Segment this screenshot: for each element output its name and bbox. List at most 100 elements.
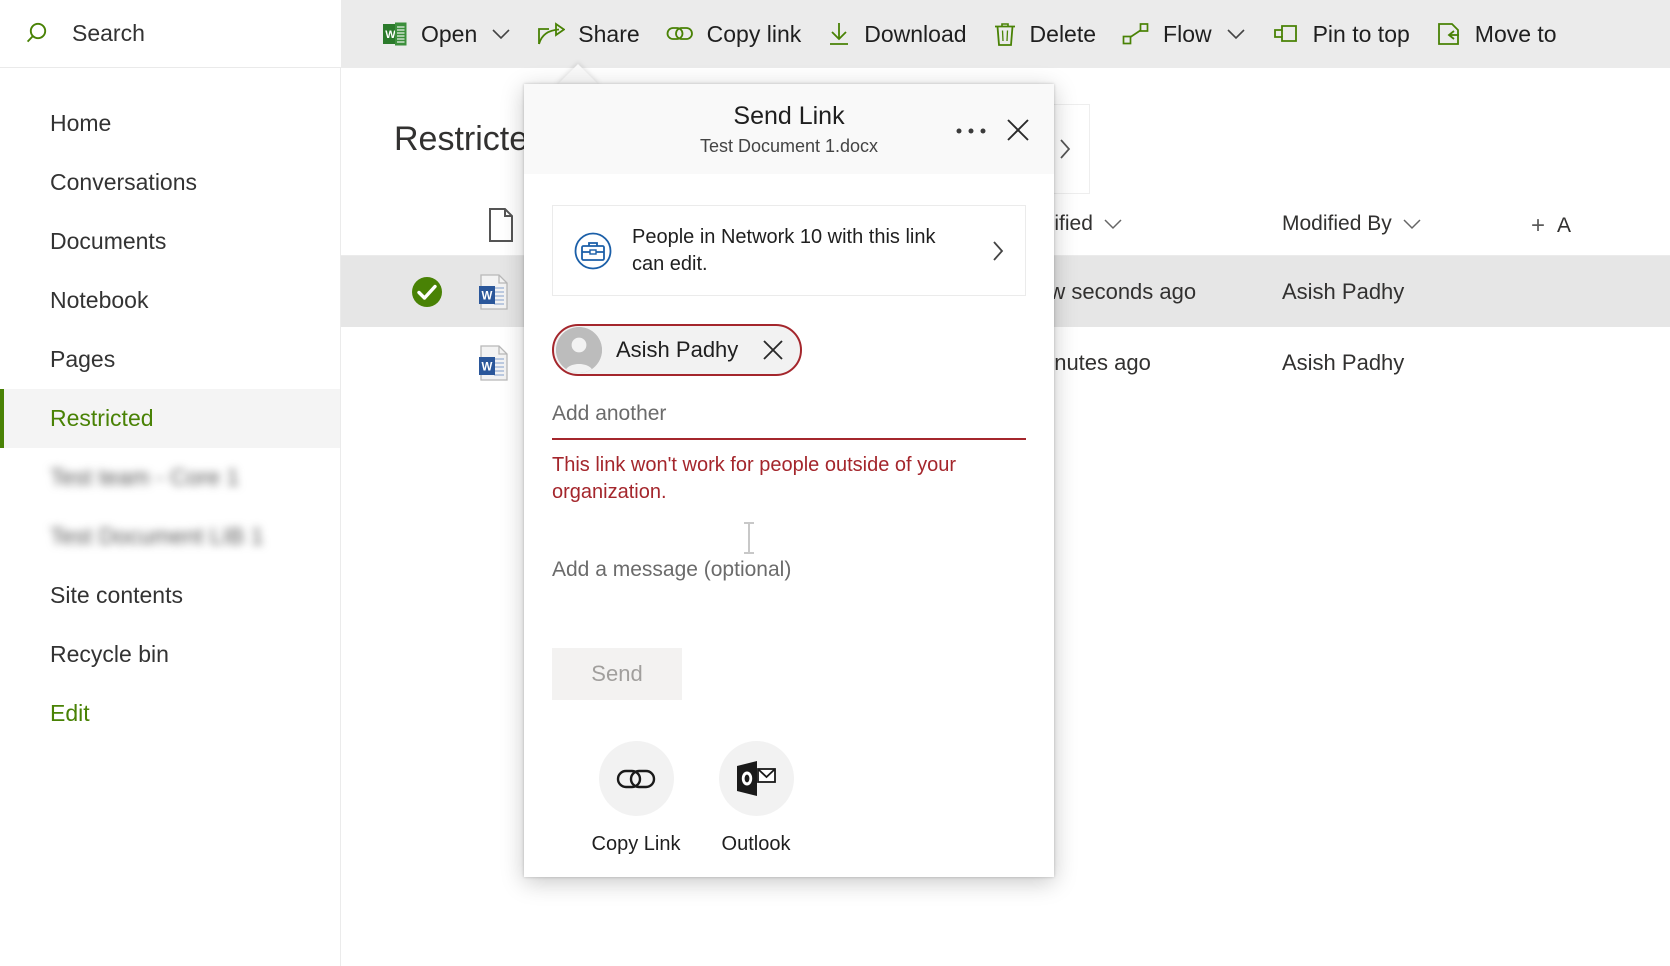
recipient-list: Asish Padhy: [552, 324, 1026, 378]
cell-modified: few seconds ago: [1031, 279, 1196, 305]
chevron-right-icon: [1055, 135, 1075, 163]
sidebar-item-conversations[interactable]: Conversations: [0, 153, 340, 212]
sidebar-item-label: Notebook: [50, 287, 148, 314]
share-button[interactable]: Share: [524, 0, 652, 68]
sidebar-item-documents[interactable]: Documents: [0, 212, 340, 271]
flow-label: Flow: [1163, 21, 1212, 48]
dialog-title: Send Link: [733, 102, 844, 131]
link-icon: [599, 741, 674, 816]
sidebar-item-label: Conversations: [50, 169, 197, 196]
dialog-header: Send Link Test Document 1.docx: [524, 84, 1054, 174]
move-to-button[interactable]: Move to: [1423, 0, 1570, 68]
document-icon: [486, 207, 516, 243]
download-label: Download: [864, 21, 966, 48]
column-header-modified-by[interactable]: Modified By: [1282, 212, 1421, 236]
sharepoint-library-page: Search W Open: [0, 0, 1670, 966]
sidebar-item-test-document-lib[interactable]: Test Document LIB 1: [0, 507, 340, 566]
add-column-label: A: [1557, 214, 1571, 238]
download-icon: [827, 21, 851, 47]
sidebar-item-notebook[interactable]: Notebook: [0, 271, 340, 330]
more-options-button[interactable]: [952, 112, 990, 150]
sidebar-item-label: Edit: [50, 700, 90, 727]
trash-icon: [993, 21, 1017, 47]
briefcase-icon: [570, 228, 616, 274]
open-button[interactable]: W Open: [369, 0, 524, 68]
copy-link-button[interactable]: Copy link: [653, 0, 815, 68]
cell-modified-by: Asish Padhy: [1282, 350, 1404, 376]
callout-beak: [556, 64, 600, 86]
plus-icon: +: [1531, 212, 1545, 240]
chevron-down-icon[interactable]: [1403, 218, 1421, 230]
sidebar-item-test-team-core[interactable]: Test team - Core 1: [0, 448, 340, 507]
sidebar-item-label: Test team - Core 1: [50, 464, 239, 491]
svg-text:W: W: [385, 29, 396, 41]
copy-link-action-label: Copy Link: [592, 833, 681, 856]
outlook-action-label: Outlook: [722, 833, 791, 856]
download-button[interactable]: Download: [814, 0, 979, 68]
delete-button[interactable]: Delete: [980, 0, 1109, 68]
share-label: Share: [578, 21, 639, 48]
sidebar-item-label: Site contents: [50, 582, 183, 609]
move-to-label: Move to: [1475, 21, 1557, 48]
text-cursor: [742, 521, 756, 562]
row-selected-checkmark-icon[interactable]: [409, 274, 445, 310]
dialog-subtitle: Test Document 1.docx: [700, 136, 878, 157]
command-bar: W Open: [341, 0, 1670, 68]
pin-to-top-label: Pin to top: [1313, 21, 1410, 48]
word-file-icon: W: [478, 344, 510, 382]
share-actions: Copy Link Outlook: [576, 741, 1054, 856]
ellipsis-icon: [954, 126, 988, 136]
copy-link-label: Copy link: [707, 21, 802, 48]
add-column-button[interactable]: + A: [1531, 212, 1571, 240]
link-icon: [666, 23, 694, 45]
sidebar-item-label: Test Document LIB 1: [50, 523, 264, 550]
search-input[interactable]: Search: [72, 20, 145, 47]
cell-modified-by: Asish Padhy: [1282, 279, 1404, 305]
sidebar-item-label: Home: [50, 110, 111, 137]
error-message: This link won't work for people outside …: [552, 452, 1026, 506]
column-header-label: Modified By: [1282, 212, 1392, 236]
sidebar-item-site-contents[interactable]: Site contents: [0, 566, 340, 625]
word-app-icon: W: [382, 21, 408, 47]
outlook-icon: [719, 741, 794, 816]
sidebar-item-recycle-bin[interactable]: Recycle bin: [0, 625, 340, 684]
outlook-action[interactable]: Outlook: [696, 741, 816, 856]
flow-button[interactable]: Flow: [1109, 0, 1259, 68]
chevron-down-icon[interactable]: [491, 27, 511, 41]
close-dialog-button[interactable]: [998, 110, 1038, 150]
add-another-input[interactable]: Add another: [552, 402, 1026, 440]
sidebar-item-label: Restricted: [50, 405, 154, 432]
person-avatar: [556, 327, 602, 373]
share-icon: [537, 21, 565, 47]
svg-text:W: W: [482, 361, 493, 373]
sidebar-item-edit[interactable]: Edit: [0, 684, 340, 743]
move-to-icon: [1436, 21, 1462, 47]
link-permission-row[interactable]: People in Network 10 with this link can …: [552, 205, 1026, 296]
open-label: Open: [421, 21, 477, 48]
sidebar-item-restricted[interactable]: Restricted: [0, 389, 340, 448]
copy-link-action[interactable]: Copy Link: [576, 741, 696, 856]
remove-recipient-icon[interactable]: [760, 337, 786, 363]
site-navigation: Home Conversations Documents Notebook Pa…: [0, 68, 341, 966]
send-link-dialog: Send Link Test Document 1.docx: [524, 84, 1054, 877]
delete-label: Delete: [1030, 21, 1096, 48]
sidebar-item-label: Documents: [50, 228, 166, 255]
chevron-right-icon[interactable]: [989, 237, 1007, 265]
column-header-doc-icon[interactable]: [486, 207, 516, 243]
close-icon: [1004, 116, 1032, 144]
chevron-down-icon[interactable]: [1104, 218, 1122, 230]
flow-icon: [1122, 22, 1150, 46]
pin-icon: [1272, 22, 1300, 46]
chevron-down-icon[interactable]: [1226, 27, 1246, 41]
pin-to-top-button[interactable]: Pin to top: [1259, 0, 1423, 68]
recipient-pill[interactable]: Asish Padhy: [552, 324, 802, 376]
sidebar-item-pages[interactable]: Pages: [0, 330, 340, 389]
message-input[interactable]: Add a message (optional): [552, 558, 1026, 622]
sidebar-item-label: Recycle bin: [50, 641, 169, 668]
sidebar-item-label: Pages: [50, 346, 115, 373]
sidebar-item-home[interactable]: Home: [0, 94, 340, 153]
word-file-icon: W: [478, 273, 510, 311]
search-icon: [26, 20, 54, 48]
send-button[interactable]: Send: [552, 648, 682, 700]
search-bar[interactable]: Search: [0, 0, 341, 68]
